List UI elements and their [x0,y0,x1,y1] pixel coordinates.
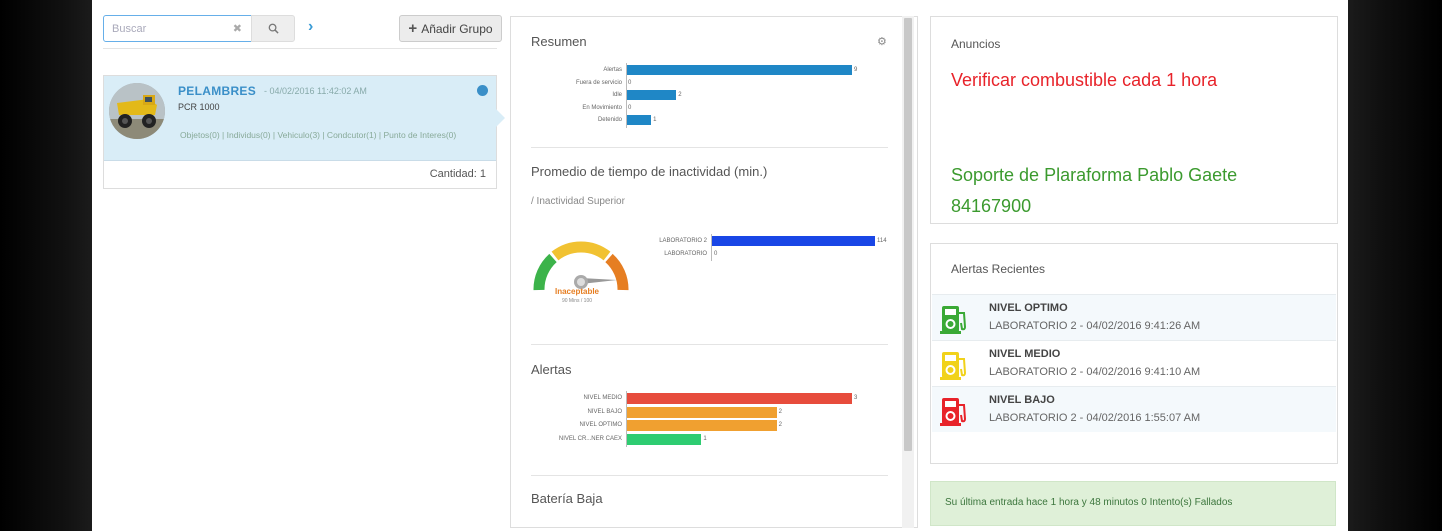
anuncios-title: Anuncios [951,37,1001,51]
device-bezel-left [0,0,92,531]
device-bezel-right [1348,0,1442,531]
bar[interactable] [711,236,875,246]
bar-label: Detenido [597,117,622,123]
bar-value: 9 [854,67,858,73]
group-avatar [109,83,165,139]
bar-value: 2 [778,408,782,415]
add-group-button[interactable]: + Añadir Grupo [399,15,502,42]
resumen-title: Resumen [531,34,587,49]
bar-value: 0 [628,104,632,111]
recent-alert-item[interactable]: NIVEL BAJO LABORATORIO 2 - 04/02/2016 1:5… [932,386,1336,432]
search-box: ✖ [103,15,252,42]
bar-value: 2 [678,92,682,98]
chart-axis [711,234,712,261]
bar-label: NIVEL BAJO [587,408,622,415]
gear-icon[interactable]: ⚙ [877,35,887,48]
selected-arrow [496,109,505,127]
chart-axis [626,391,627,447]
fuel-pump-icon [940,352,967,380]
bar-label: NIVEL OPTIMO [579,422,622,428]
group-date: - 04/02/2016 11:42:02 AM [264,86,367,96]
dashboard-screen: ✖ › + Añadir Grupo [92,0,1348,531]
bar[interactable] [626,115,652,125]
alertas-title: Alertas [531,362,572,377]
plus-icon: + [408,20,418,37]
add-group-label: Añadir Grupo [421,21,493,36]
recent-alerts-panel: Alertas Recientes NIVEL OPTIMO LABORATORI… [930,243,1338,464]
scrollbar-thumb[interactable] [904,18,912,451]
announcements-panel: Anuncios Verificar combustible cada 1 ho… [930,16,1338,224]
bateria-title: Batería Baja [531,491,603,506]
promedio-chart: LABORATORIO 2 114 LABORATORIO 0 [511,234,891,264]
group-list: PELAMBRES - 04/02/2016 11:42:02 AM PCR 1… [103,75,505,189]
bar-label: NIVEL MEDIO [583,395,622,401]
section-divider [531,475,888,476]
promedio-subtitle: / Inactividad Superior [531,196,625,207]
alert-name: NIVEL OPTIMO [989,302,1068,314]
fuel-pump-icon [940,398,967,426]
middle-scrollbar[interactable] [902,16,914,528]
alert-name: NIVEL BAJO [989,394,1055,406]
bar-label: LABORATORIO 2 [659,238,707,244]
fuel-pump-icon [940,306,967,334]
last-login-notice: Su última entrada hace 1 hora y 48 minut… [930,481,1336,526]
recent-alerts-title: Alertas Recientes [951,262,1046,276]
group-quantity: Cantidad: 1 [429,168,486,180]
announcement-green: Soporte de Plaraforma Pablo Gaete 841679… [951,165,1238,216]
magnifier-icon [268,23,279,34]
bar-value: 1 [703,435,707,442]
bar-value: 3 [854,395,858,401]
search-button[interactable] [251,15,295,42]
bar-label: LABORATORIO [664,250,707,257]
mining-truck-icon [109,83,165,139]
bar[interactable] [626,393,852,404]
bar-label: Fuera de servicio [575,79,622,86]
bar-value: 0 [714,250,718,257]
bar-value: 1 [653,117,657,123]
recent-alert-item[interactable]: NIVEL OPTIMO LABORATORIO 2 - 04/02/2016 9… [932,294,1336,340]
bar[interactable] [626,420,777,431]
globe-icon[interactable] [477,85,488,96]
group-model: PCR 1000 [178,102,220,112]
resumen-chart: Alertas 9 Fuera de servicio 0 Idle 2 En Movimi… [511,61,891,136]
group-toolbar: ✖ › + Añadir Grupo [103,15,502,45]
promedio-title: Promedio de tiempo de inactividad (min.) [531,164,768,179]
gauge-sublabel: 90 Mins / 100 [561,298,593,304]
bar-label: Idle [612,92,622,98]
clear-x-icon[interactable]: ✖ [233,22,242,35]
alert-detail: LABORATORIO 2 - 04/02/2016 9:41:10 AM [989,366,1201,378]
bar[interactable] [626,406,777,418]
recent-alert-item[interactable]: NIVEL MEDIO LABORATORIO 2 - 04/02/2016 9:… [932,340,1336,386]
search-input[interactable] [104,16,214,41]
alertas-chart: NIVEL MEDIO 3 NIVEL BAJO 2 NIVEL OPTIMO 2 NIVE… [511,391,891,447]
chart-axis [626,63,627,128]
bar[interactable] [626,433,702,445]
bar[interactable] [626,90,677,100]
alert-detail: LABORATORIO 2 - 04/02/2016 9:41:26 AM [989,320,1201,332]
bar-label: Alertas [603,67,622,73]
section-divider [531,344,888,345]
bar[interactable] [626,65,852,75]
group-object-links[interactable]: Objetos(0) | Individus(0) | Vehiculo(3) … [180,129,496,141]
bar-value: 0 [628,79,632,86]
gauge-label: Inaceptable [554,287,599,296]
toolbar-divider [103,48,497,49]
section-divider [531,147,888,148]
bar-label: En Movimiento [582,104,622,111]
bar-label: NIVEL CR...NER CAEX [558,435,622,442]
group-item-selected[interactable]: PELAMBRES - 04/02/2016 11:42:02 AM PCR 1… [104,76,505,161]
alert-name: NIVEL MEDIO [989,348,1061,360]
chevron-right-icon[interactable]: › [308,18,313,36]
alert-detail: LABORATORIO 2 - 04/02/2016 1:55:07 AM [989,412,1201,424]
summary-panel: Resumen ⚙ Alertas 9 Fuera de servicio 0 Idle… [510,16,918,528]
bar-value: 114 [877,238,887,244]
announcement-red: Verificar combustible cada 1 hora [951,70,1218,90]
bar-value: 2 [778,422,782,428]
group-name[interactable]: PELAMBRES [178,84,256,98]
